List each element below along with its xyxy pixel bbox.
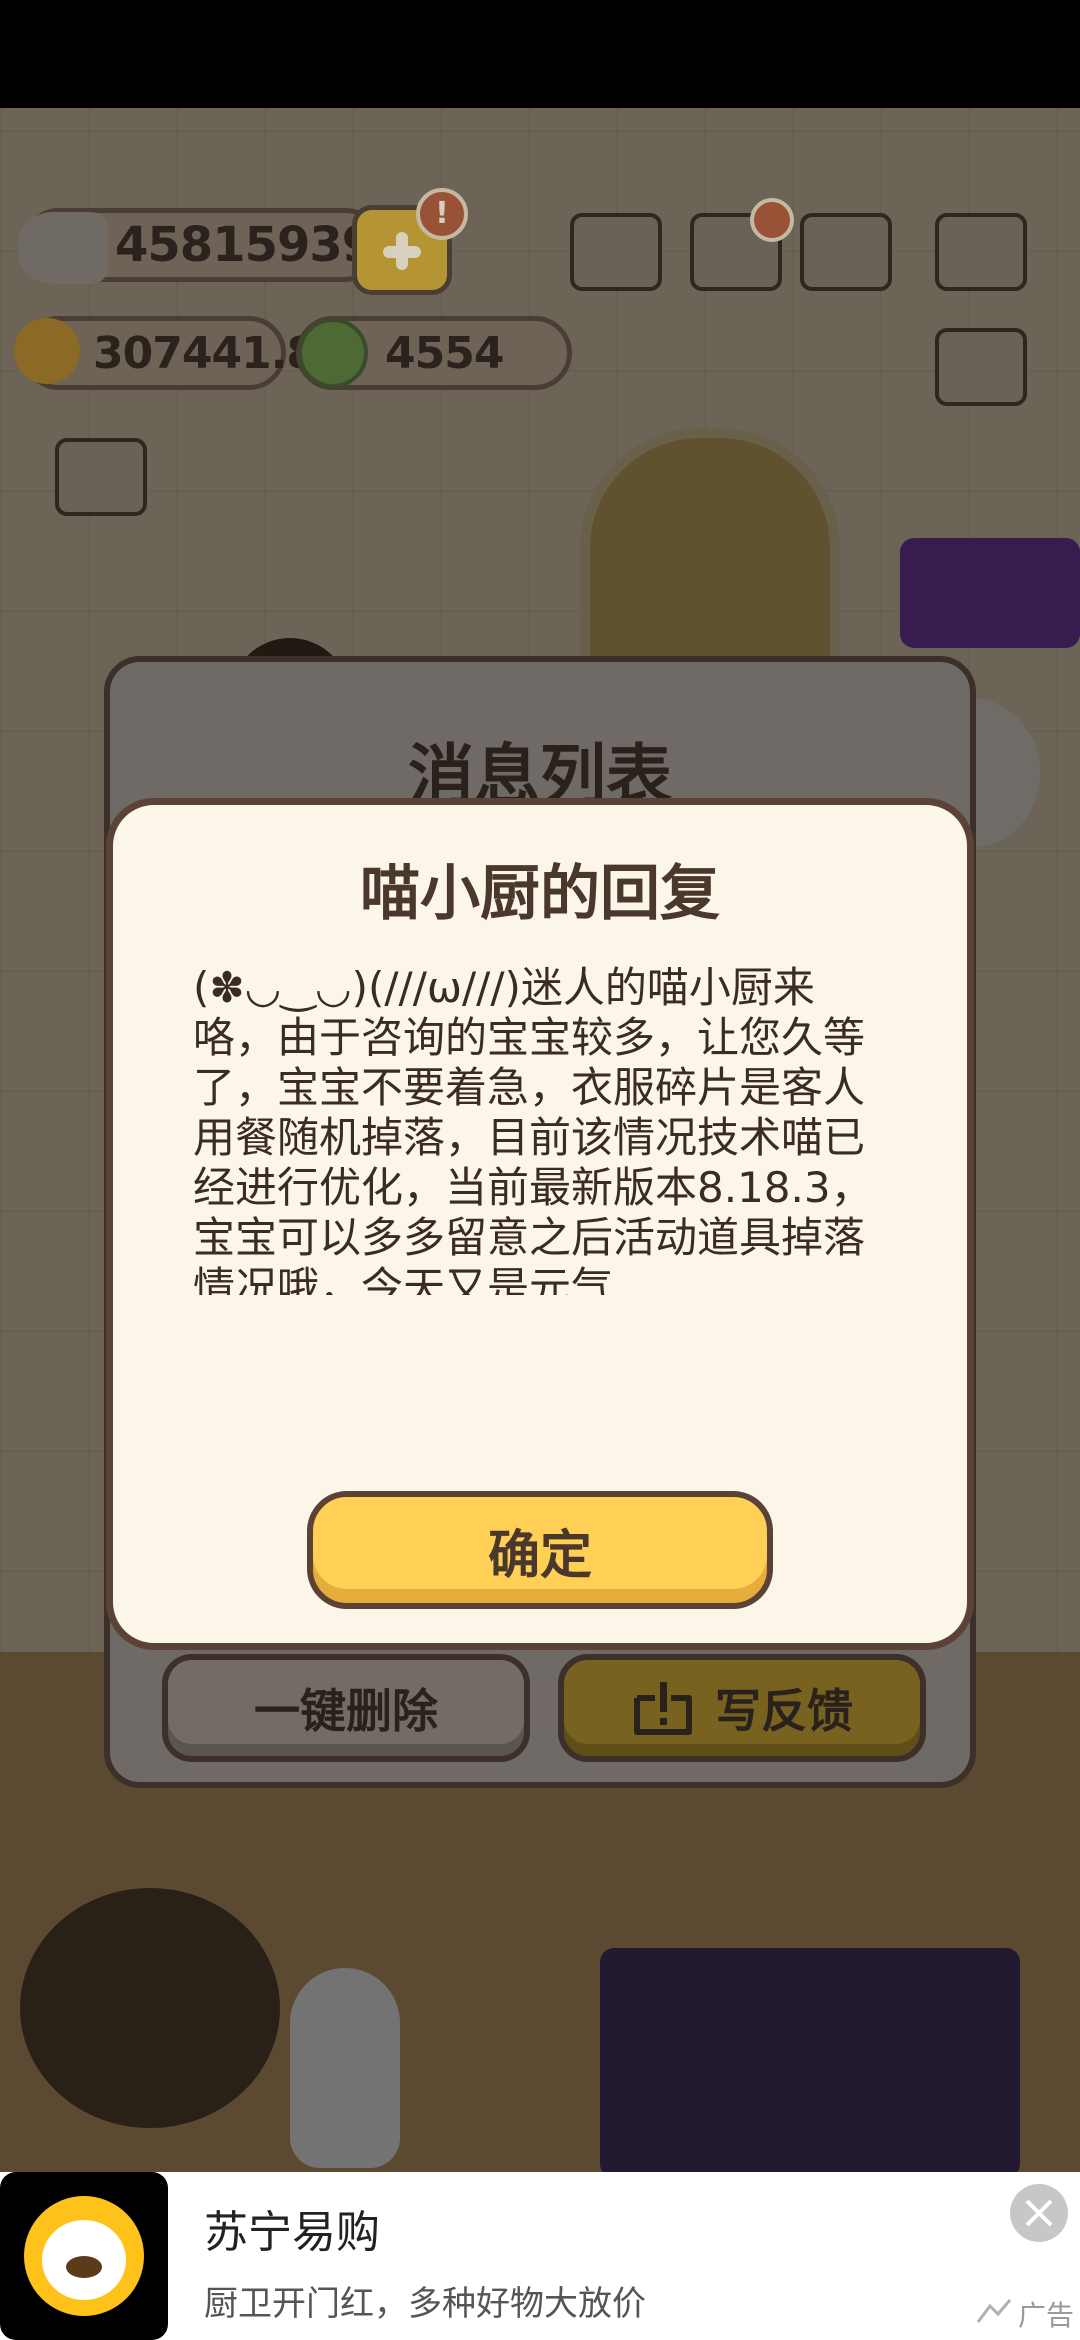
- delete-all-label: 一键删除: [254, 1684, 438, 1738]
- ad-tag: 广告: [1018, 2299, 1075, 2332]
- fish-icon: [18, 212, 108, 284]
- confirm-button[interactable]: 确定: [307, 1491, 773, 1609]
- settings-alert-badge: [750, 198, 794, 242]
- alert-badge: !: [416, 188, 468, 240]
- star-icon: [14, 318, 80, 384]
- ad-mark-icon: [976, 2299, 1012, 2323]
- star-count: 307441.8: [93, 327, 317, 379]
- write-feedback-button[interactable]: 写反馈: [558, 1654, 926, 1762]
- feedback-icon: [631, 1680, 695, 1736]
- write-feedback-label: 写反馈: [715, 1684, 853, 1738]
- reply-dialog: 喵小厨的回复 (✽◡‿◡)(///ω///)迷人的喵小厨来咯，由于咨询的宝宝较多…: [106, 798, 974, 1650]
- logo-nose-shape: [66, 2256, 102, 2278]
- ad-description: 厨卫开门红，多种好物大放价: [204, 2284, 646, 2324]
- reply-dialog-title: 喵小厨的回复: [360, 859, 720, 929]
- fish-count: 45815939: [115, 217, 375, 273]
- ad-banner[interactable]: 苏宁易购 厨卫开门红，多种好物大放价: [0, 2172, 1080, 2340]
- reply-message-text[interactable]: (✽◡‿◡)(///ω///)迷人的喵小厨来咯，由于咨询的宝宝较多，让您久等了，…: [193, 963, 883, 1295]
- coin-icon: [298, 318, 368, 388]
- suning-logo-icon: [0, 2172, 168, 2340]
- confirm-label: 确定: [487, 1525, 592, 1586]
- status-bar: [0, 0, 1080, 108]
- coin-count: 4554: [385, 327, 504, 379]
- ad-close-icon[interactable]: [1010, 2184, 1068, 2242]
- delete-all-button[interactable]: 一键删除: [162, 1654, 530, 1762]
- ad-title: 苏宁易购: [204, 2207, 380, 2258]
